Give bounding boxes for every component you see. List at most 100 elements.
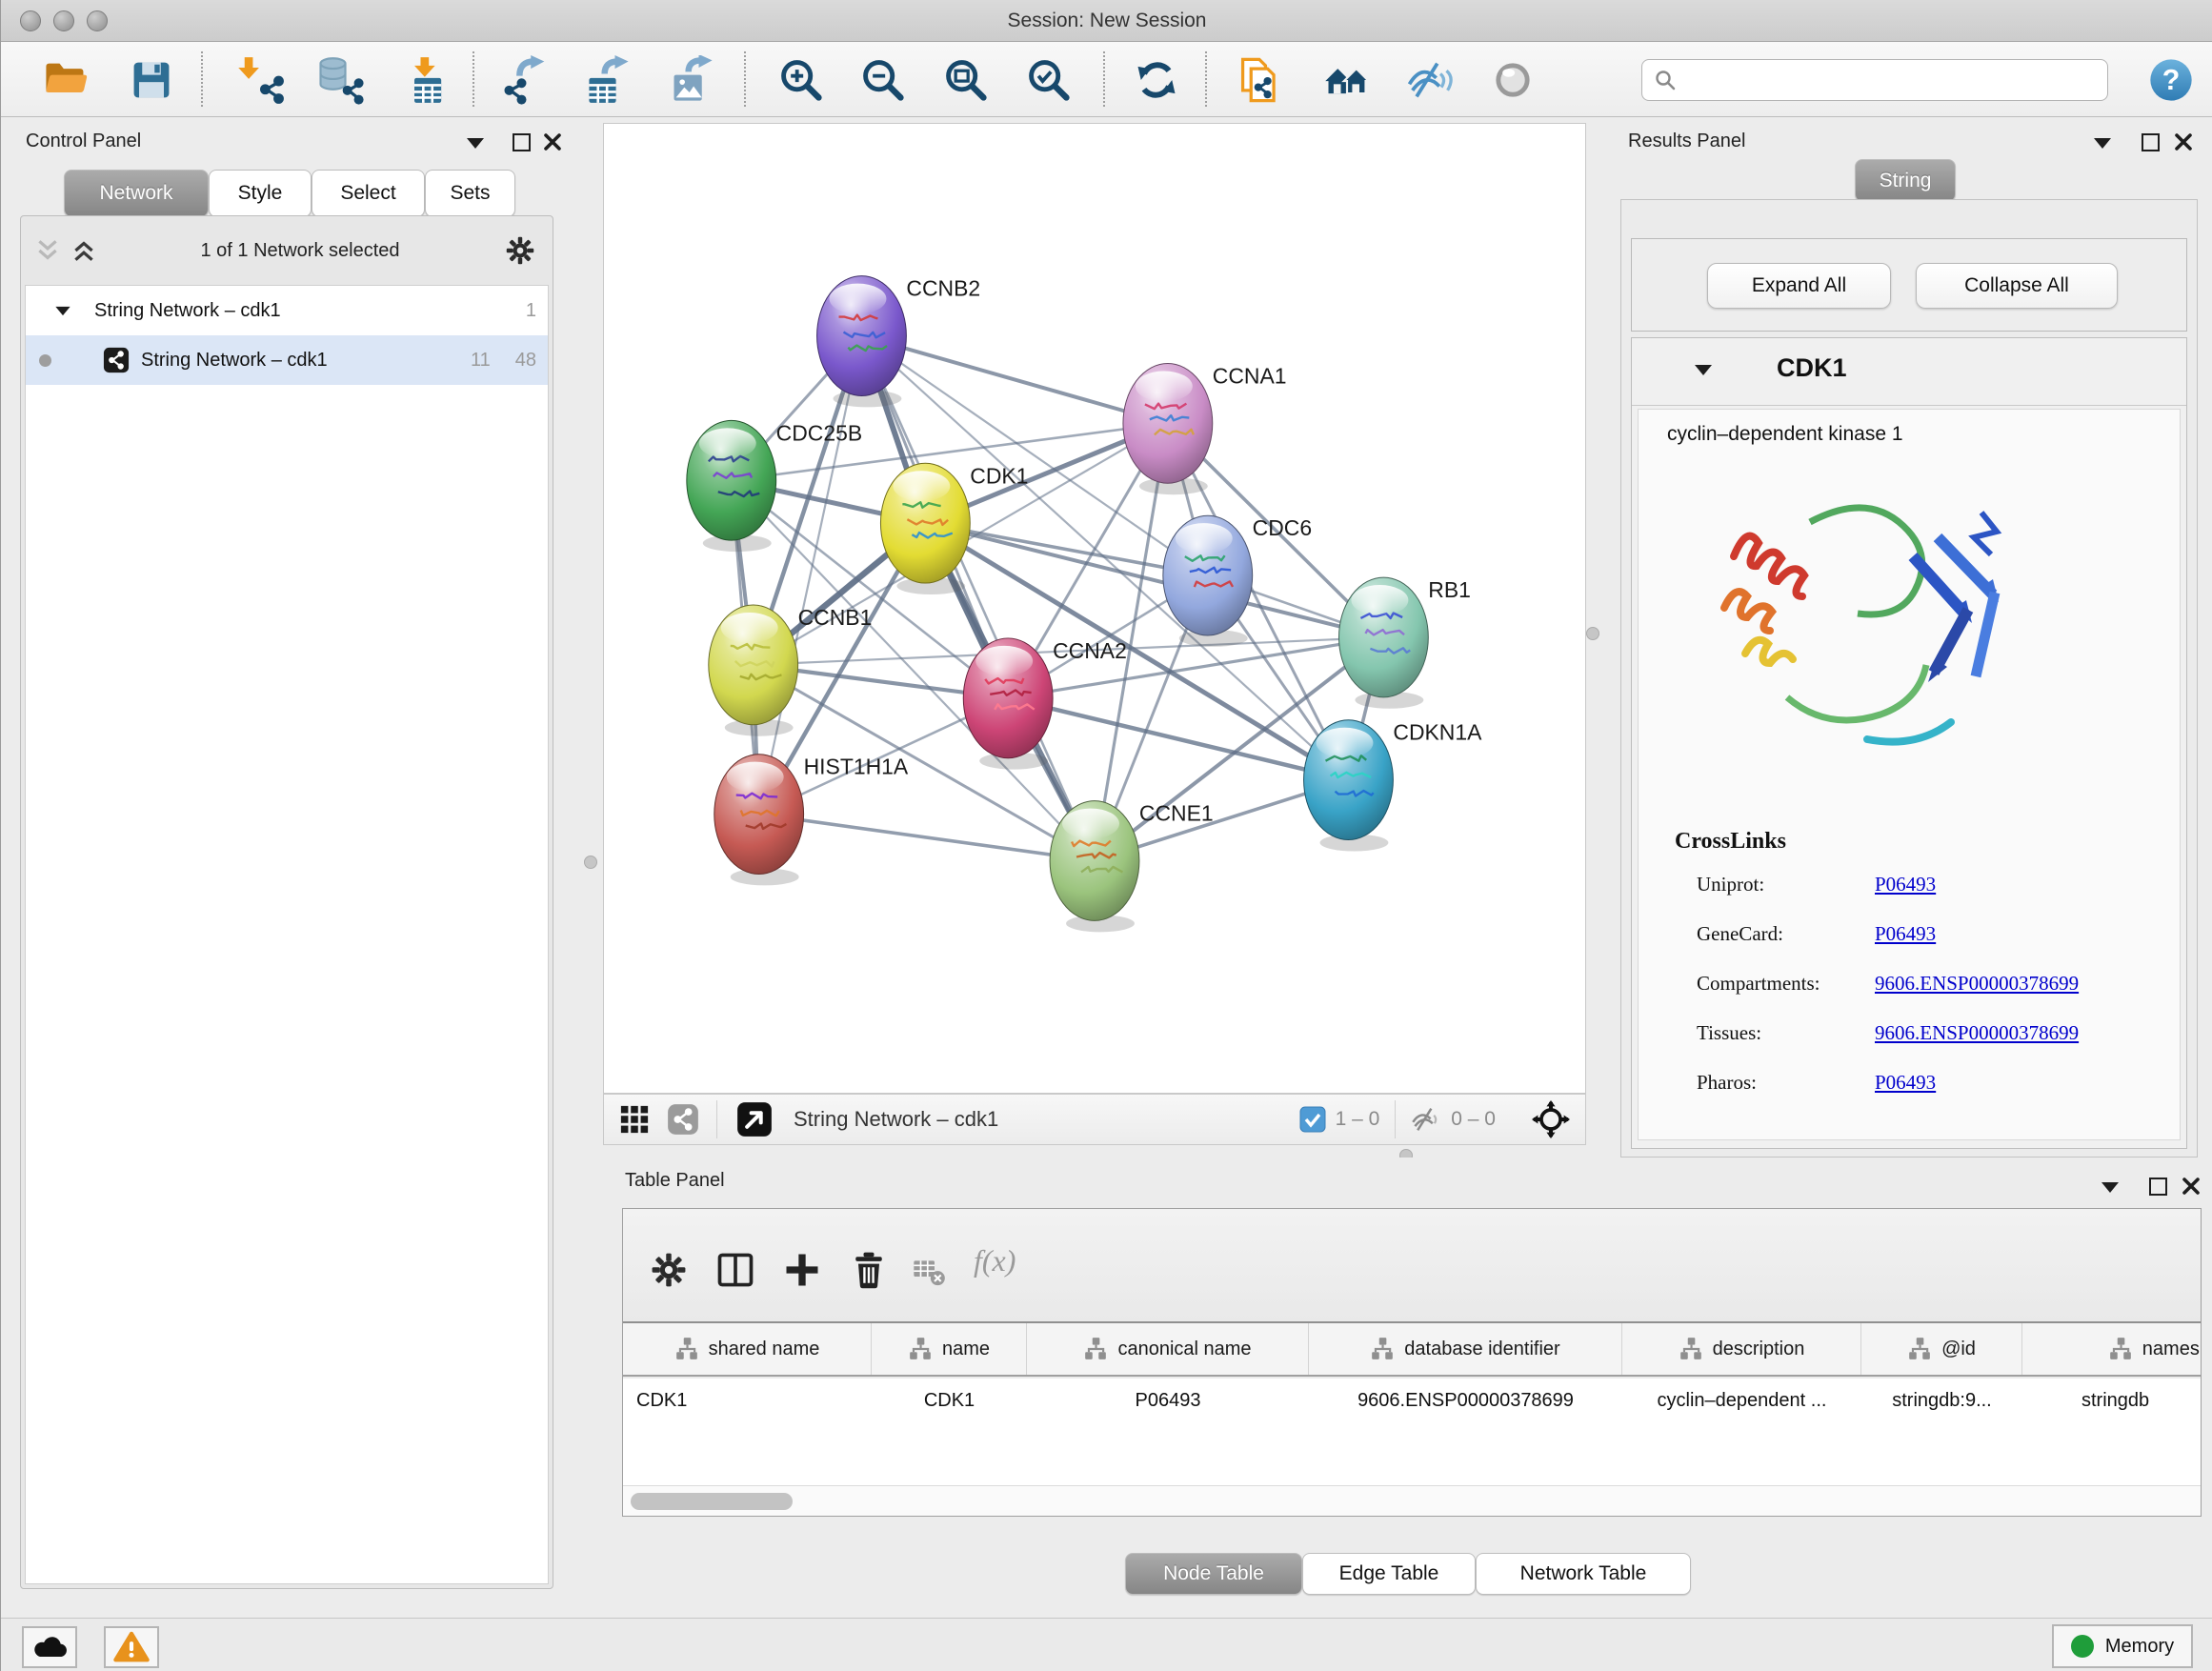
cloud-status-button[interactable] [22,1626,77,1668]
crosslink-link[interactable]: P06493 [1875,873,1936,896]
column-header-name[interactable]: name [872,1323,1027,1375]
tab-sets[interactable]: Sets [425,170,515,217]
tab-edge-table[interactable]: Edge Table [1302,1553,1476,1595]
warning-status-button[interactable] [104,1626,159,1668]
expand-all-button[interactable]: Expand All [1707,263,1891,309]
node-CDC25B[interactable] [687,420,776,552]
hidden-eye-slash-icon[interactable] [1409,1103,1441,1136]
cell-id[interactable]: stringdb:9... [1861,1379,2022,1422]
float-panel-button[interactable] [2142,133,2160,151]
close-window-button[interactable] [20,10,41,31]
export-table-button[interactable] [582,53,635,107]
help-button[interactable]: ? [2144,53,2198,107]
column-header-id[interactable]: @id [1861,1323,2022,1375]
hide-details-button[interactable] [1401,53,1455,107]
tab-node-table[interactable]: Node Table [1125,1553,1302,1595]
edge-HIST1H1A-CCNE1[interactable] [759,815,1095,861]
crosslink-link[interactable]: 9606.ENSP00000378699 [1875,1021,2079,1045]
node-CCNB1[interactable] [709,605,798,736]
zoom-selected-button[interactable] [1022,53,1076,107]
gene-expander-icon[interactable] [1695,365,1712,375]
open-session-button[interactable] [39,53,92,107]
grid-view-icon[interactable] [619,1104,650,1135]
network-graph[interactable]: CCNB2CCNA1CDC25BCDK1CDC6RB1CCNB1CCNA2CDK… [604,124,1585,1093]
edge-CDK1-RB1[interactable] [925,523,1383,637]
export-network-button[interactable] [501,53,554,107]
close-panel-button[interactable] [2174,132,2193,151]
node-CDC6[interactable] [1163,515,1253,647]
collapse-all-button[interactable]: Collapse All [1916,263,2118,309]
import-network-from-database-button[interactable] [312,53,366,107]
panel-menu-caret-icon[interactable] [2094,138,2111,149]
crosslink-link[interactable]: 9606.ENSP00000378699 [1875,972,2079,996]
zoom-fit-button[interactable] [939,53,993,107]
node-CCNB2[interactable] [817,276,907,408]
share-view-icon[interactable] [667,1103,699,1136]
minimize-window-button[interactable] [53,10,74,31]
refresh-layout-button[interactable] [1130,53,1183,107]
collapse-all-chevrons-icon[interactable] [34,238,61,263]
float-panel-button[interactable] [513,133,531,151]
edge-CCNB2-HIST1H1A[interactable] [759,336,862,815]
zoom-in-button[interactable] [774,53,828,107]
network-collection-row[interactable]: String Network – cdk1 1 [26,286,548,335]
node-CCNE1[interactable] [1050,801,1139,933]
memory-button[interactable]: Memory [2052,1624,2193,1668]
panel-menu-caret-icon[interactable] [467,138,484,149]
node-HIST1H1A[interactable] [714,755,804,886]
table-header-row[interactable]: shared namenamecanonical namedatabase id… [623,1321,2202,1377]
cell-name[interactable]: CDK1 [872,1379,1027,1422]
column-header-description[interactable]: description [1622,1323,1861,1375]
crosslink-link[interactable]: P06493 [1875,922,1936,946]
show-columns-icon[interactable] [714,1249,756,1291]
column-header-sharedname[interactable]: shared name [623,1323,872,1375]
import-table-button[interactable] [400,53,453,107]
expand-all-chevrons-icon[interactable] [70,238,97,263]
function-builder-button[interactable]: f(x) [974,1243,1016,1278]
table-row[interactable]: CDK1CDK1P064939606.ENSP00000378699cyclin… [623,1379,2202,1422]
tree-expander-icon[interactable] [55,306,70,314]
float-panel-button[interactable] [2149,1178,2167,1196]
search-input[interactable] [1684,70,2084,91]
node-CDKN1A[interactable] [1304,720,1394,852]
zoom-out-button[interactable] [856,53,910,107]
cell-namespace[interactable]: stringdb [2022,1379,2202,1422]
export-image-button[interactable] [666,53,719,107]
save-session-button[interactable] [125,53,178,107]
close-panel-button[interactable] [543,132,562,151]
gear-icon[interactable] [648,1249,690,1291]
cell-databaseidentifier[interactable]: 9606.ENSP00000378699 [1309,1379,1622,1422]
cell-sharedname[interactable]: CDK1 [623,1379,872,1422]
zoom-window-button[interactable] [87,10,108,31]
edge-CCNA2-CDKN1A[interactable] [1008,698,1348,780]
column-header-canonicalname[interactable]: canonical name [1027,1323,1309,1375]
goto-network-icon[interactable] [736,1101,773,1137]
tab-string[interactable]: String [1855,159,1956,202]
gray-orb-button[interactable] [1486,53,1539,107]
edge-CCNB2-CCNA1[interactable] [861,336,1167,424]
right-splitter-handle[interactable] [1586,627,1599,640]
left-splitter-handle[interactable] [584,856,597,869]
edge-CCNB2-CCNE1[interactable] [861,336,1095,861]
search-box[interactable] [1641,59,2108,101]
panel-menu-caret-icon[interactable] [2101,1182,2119,1193]
tab-select[interactable]: Select [312,170,425,217]
birds-eye-crosshair-icon[interactable] [1532,1100,1570,1138]
selected-checkbox-icon[interactable] [1299,1106,1326,1133]
network-from-selection-button[interactable] [1234,53,1287,107]
gear-icon[interactable] [503,233,537,268]
network-row-selected[interactable]: String Network – cdk1 11 48 [26,335,548,385]
tab-network[interactable]: Network [64,170,209,217]
tab-style[interactable]: Style [209,170,312,217]
network-canvas[interactable]: CCNB2CCNA1CDC25BCDK1CDC6RB1CCNB1CCNA2CDK… [603,123,1586,1094]
column-header-namespace[interactable]: namespace [2022,1323,2202,1375]
close-panel-button[interactable] [2182,1177,2201,1196]
scrollbar-thumb[interactable] [631,1493,793,1510]
import-network-button[interactable] [233,53,287,107]
add-column-icon[interactable] [781,1249,823,1291]
table-horizontal-scrollbar[interactable] [623,1485,2201,1516]
delete-table-icon[interactable] [911,1253,949,1291]
double-house-button[interactable] [1320,53,1374,107]
crosslink-link[interactable]: P06493 [1875,1071,1936,1095]
node-RB1[interactable] [1338,577,1428,709]
